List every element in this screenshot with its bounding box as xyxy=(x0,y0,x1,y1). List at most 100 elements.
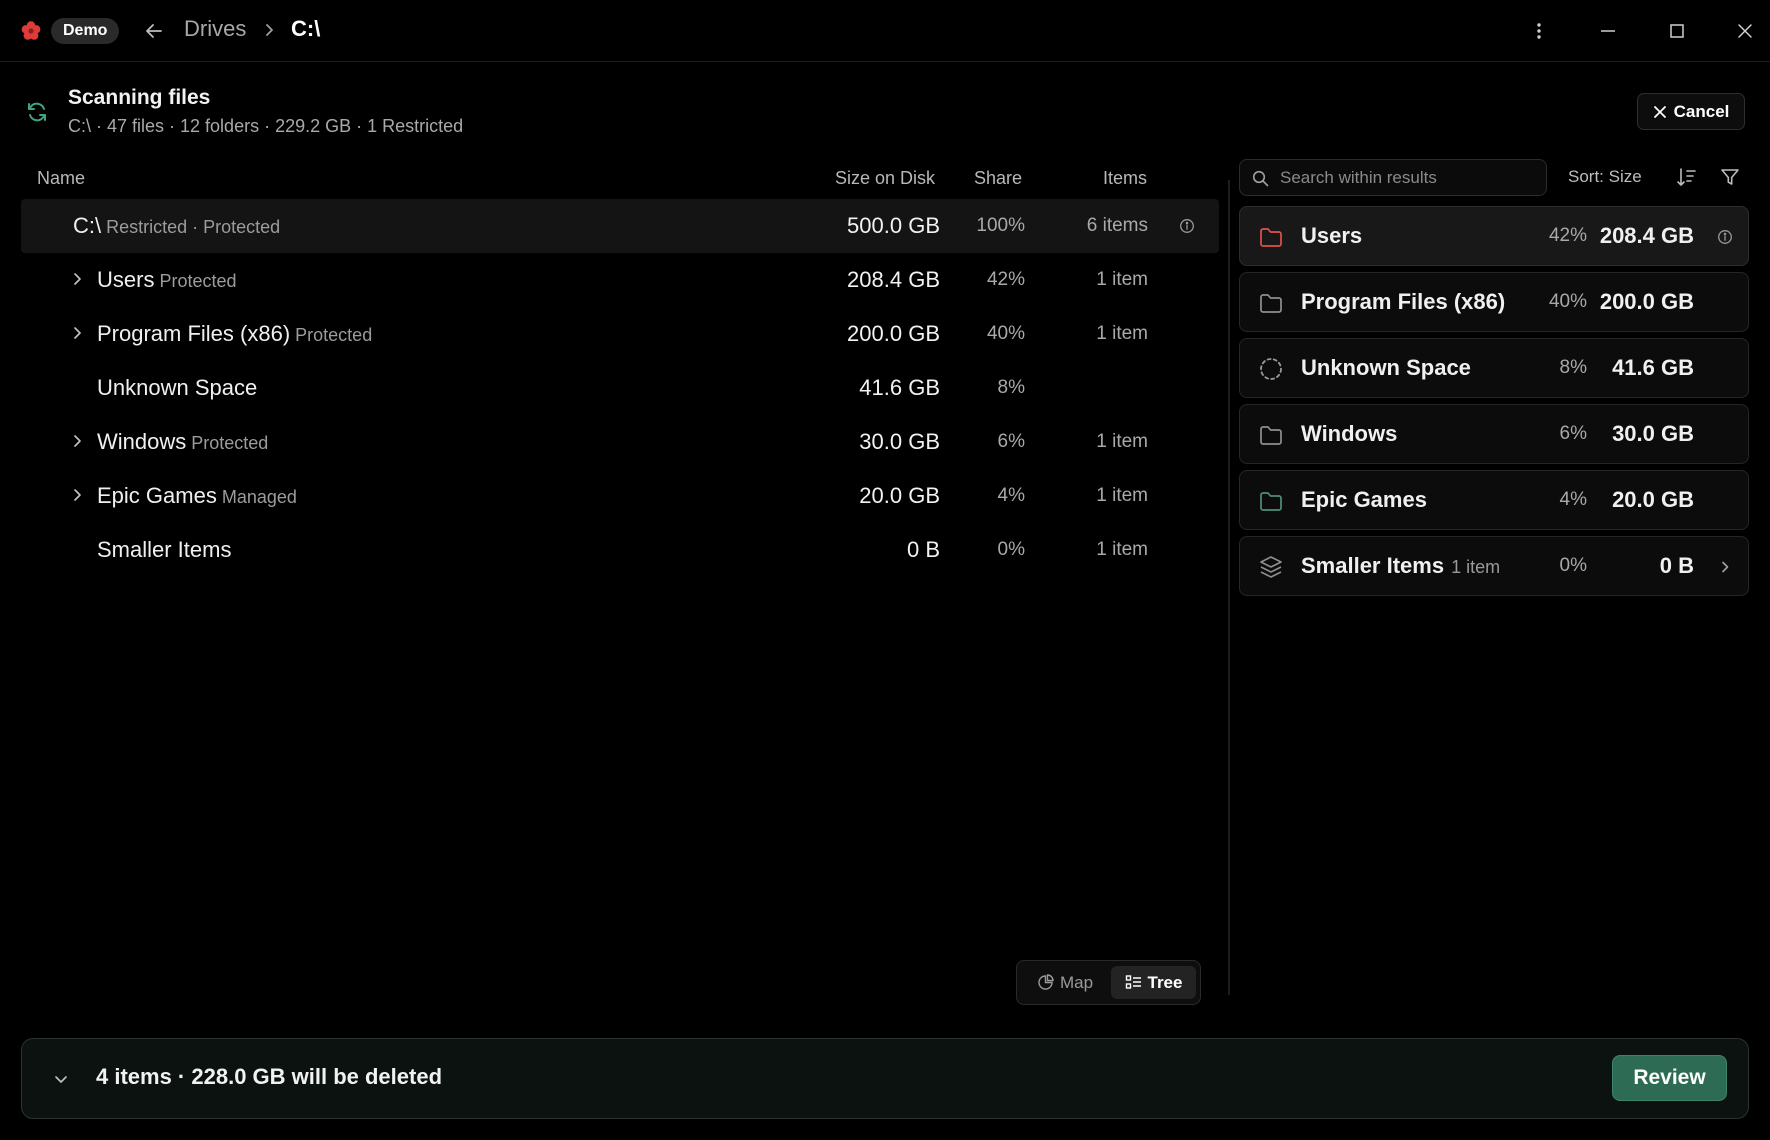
result-card-share: 4% xyxy=(1559,489,1587,510)
tree-row-size: 200.0 GB xyxy=(847,321,940,346)
tree-row-tag: Protected xyxy=(295,325,373,345)
pie-chart-icon xyxy=(1038,974,1054,990)
column-header-size[interactable]: Size on Disk xyxy=(835,168,935,189)
chevron-down-icon[interactable] xyxy=(52,1070,70,1088)
result-card-size: 20.0 GB xyxy=(1612,487,1694,512)
result-card-epic-games[interactable]: Epic Games 4% 20.0 GB xyxy=(1239,470,1749,530)
tree-view-button[interactable]: Tree xyxy=(1111,966,1196,999)
tree-row[interactable]: Windows Protected 30.0 GB 6% 1 item xyxy=(21,415,1219,469)
expand-chevron-icon[interactable] xyxy=(68,486,86,504)
scan-title: Scanning files xyxy=(68,86,211,109)
tree-row-label: Epic Games xyxy=(97,483,217,508)
tree-row-size: 20.0 GB xyxy=(859,483,940,508)
tree-row-size: 41.6 GB xyxy=(859,375,940,400)
map-view-button[interactable]: Map xyxy=(1022,966,1108,999)
result-card-size: 30.0 GB xyxy=(1612,421,1694,446)
dashed-circle-icon xyxy=(1258,356,1284,382)
tree-row-tag: Managed xyxy=(221,487,297,507)
info-icon[interactable] xyxy=(1717,229,1733,245)
deletion-summary-bar: 4 items · 228.0 GB will be deleted Revie… xyxy=(21,1038,1749,1119)
result-card-label: Smaller Items xyxy=(1301,553,1445,578)
view-toggle: Map Tree xyxy=(1016,960,1201,1005)
tree-row[interactable]: Smaller Items 0 B 0% 1 item xyxy=(21,523,1219,577)
tree-row-label: Program Files (x86) xyxy=(97,321,291,346)
info-icon[interactable] xyxy=(1179,218,1195,234)
tree-row[interactable]: Epic Games Managed 20.0 GB 4% 1 item xyxy=(21,469,1219,523)
tree-view-label: Tree xyxy=(1147,972,1183,992)
result-card-name: Windows xyxy=(1301,421,1398,446)
expand-chevron-icon[interactable] xyxy=(68,324,86,342)
tree-row-items: 1 item xyxy=(1096,539,1148,560)
result-card-share: 8% xyxy=(1559,357,1587,378)
tree-row-share: 6% xyxy=(997,431,1025,452)
column-header-items[interactable]: Items xyxy=(1103,168,1147,189)
panel-divider[interactable] xyxy=(1228,180,1230,995)
review-button[interactable]: Review xyxy=(1612,1055,1727,1101)
minimize-icon[interactable] xyxy=(1596,19,1620,43)
folder-icon xyxy=(1258,488,1284,514)
result-card-windows[interactable]: Windows 6% 30.0 GB xyxy=(1239,404,1749,464)
result-card-users[interactable]: Users 42% 208.4 GB xyxy=(1239,206,1749,266)
tree-row-name: Users Protected xyxy=(97,267,237,293)
result-card-count: 1 item xyxy=(1451,557,1501,577)
demo-badge: Demo xyxy=(51,18,120,44)
result-card-program-files[interactable]: Program Files (x86) 40% 200.0 GB xyxy=(1239,272,1749,332)
close-window-icon[interactable] xyxy=(1733,19,1757,43)
tree-row-items: 1 item xyxy=(1096,485,1148,506)
cancel-button[interactable]: Cancel xyxy=(1637,93,1745,130)
tree-row-share: 4% xyxy=(997,485,1025,506)
tree-row-label: C:\ xyxy=(73,213,102,238)
map-view-label: Map xyxy=(1059,972,1094,992)
expand-chevron-icon[interactable] xyxy=(68,270,86,288)
result-card-share: 42% xyxy=(1548,225,1587,246)
sort-selector[interactable]: Sort: Size xyxy=(1568,167,1642,187)
search-icon xyxy=(1252,170,1269,187)
tree-row-label: Users xyxy=(97,267,155,292)
search-input[interactable] xyxy=(1280,160,1540,195)
tree-row-size: 208.4 GB xyxy=(847,267,940,292)
tree-row-tag: Restricted · Protected xyxy=(106,217,281,237)
scanning-refresh-icon xyxy=(25,100,49,124)
back-arrow-icon[interactable] xyxy=(142,19,166,43)
maximize-icon[interactable] xyxy=(1665,19,1689,43)
tree-row-label: Windows xyxy=(97,429,187,454)
breadcrumb-drives[interactable]: Drives xyxy=(184,16,246,42)
column-header-share[interactable]: Share xyxy=(974,168,1022,189)
tree-row-label: Unknown Space xyxy=(97,375,258,400)
tree-row-root[interactable]: C:\ Restricted · Protected 500.0 GB 100% … xyxy=(21,199,1219,253)
tree-row[interactable]: Unknown Space 41.6 GB 8% xyxy=(21,361,1219,415)
tree-row[interactable]: Users Protected 208.4 GB 42% 1 item xyxy=(21,253,1219,307)
tree-row-items: 1 item xyxy=(1096,323,1148,344)
result-card-unknown-space[interactable]: Unknown Space 8% 41.6 GB xyxy=(1239,338,1749,398)
chevron-right-icon[interactable] xyxy=(1717,559,1733,575)
tree-row-tag: Protected xyxy=(159,271,237,291)
tree-row-name: Windows Protected xyxy=(97,429,268,455)
breadcrumb-current: C:\ xyxy=(291,16,321,41)
filter-icon[interactable] xyxy=(1719,166,1741,188)
title-bar: Demo Drives C:\ xyxy=(0,0,1770,62)
sort-order-icon[interactable] xyxy=(1675,166,1697,188)
scan-summary: C:\ · 47 files · 12 folders · 229.2 GB ·… xyxy=(68,116,464,136)
more-options-icon[interactable] xyxy=(1527,19,1551,43)
folder-icon xyxy=(1258,224,1284,250)
folder-icon xyxy=(1258,422,1284,448)
tree-row[interactable]: Program Files (x86) Protected 200.0 GB 40… xyxy=(21,307,1219,361)
app-logo-icon xyxy=(20,20,42,42)
result-card-name: Users xyxy=(1301,223,1363,248)
tree-row-share: 42% xyxy=(986,269,1025,290)
tree-row-size: 0 B xyxy=(906,537,940,562)
tree-row-items: 1 item xyxy=(1096,269,1148,290)
tree-row-share: 40% xyxy=(986,323,1025,344)
result-card-smaller-items[interactable]: Smaller Items 1 item 0% 0 B xyxy=(1239,536,1749,596)
tree-row-name: Epic Games Managed xyxy=(97,483,297,509)
result-card-name: Program Files (x86) xyxy=(1301,289,1506,314)
tree-row-name: C:\ Restricted · Protected xyxy=(73,213,280,239)
close-icon xyxy=(1653,105,1666,118)
expand-chevron-icon[interactable] xyxy=(68,432,86,450)
layers-icon xyxy=(1258,554,1284,580)
result-card-name: Smaller Items 1 item xyxy=(1301,553,1500,579)
result-card-size: 208.4 GB xyxy=(1599,223,1694,248)
tree-row-label: Smaller Items xyxy=(97,537,232,562)
search-box[interactable] xyxy=(1239,159,1547,196)
column-header-name[interactable]: Name xyxy=(37,168,85,189)
